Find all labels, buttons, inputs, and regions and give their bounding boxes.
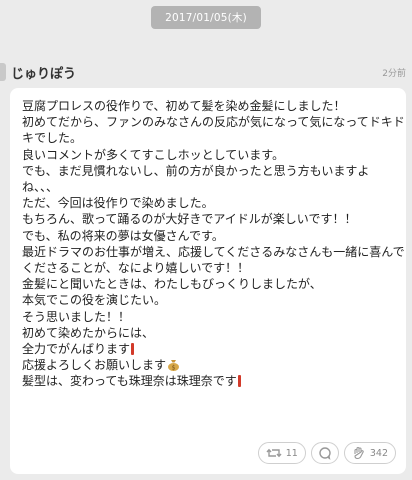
post-card: 豆腐プロレスの役作りで、初めて髪を染め金髪にしました！ 初めてだから、ファンのみ… bbox=[10, 88, 406, 474]
like-button[interactable]: 342 bbox=[343, 442, 396, 464]
retweet-icon bbox=[266, 448, 282, 458]
body-line: でも、まだ見慣れないし、前の方が良かったと思う方もいますよ bbox=[22, 163, 370, 178]
post-actions: 11 342 bbox=[257, 442, 396, 464]
avatar[interactable] bbox=[0, 63, 6, 81]
comment-icon bbox=[319, 447, 331, 460]
body-line: 初めて染めたからには、 bbox=[22, 325, 155, 340]
body-line-with-emoji: 応援よろしくお願いします $ bbox=[22, 357, 394, 373]
author-name[interactable]: じゅりぽう bbox=[11, 63, 76, 82]
body-line-text: 全力でがんばります bbox=[22, 342, 131, 357]
date-label: 2017/01/05(木) bbox=[151, 6, 261, 29]
body-line: もちろん、歌って踊るのが大好きでアイドルが楽しいです！！ bbox=[22, 212, 357, 227]
clap-hand-icon bbox=[354, 446, 364, 460]
money-bag-emoji-icon: $ bbox=[168, 360, 180, 372]
body-line: 本気でこの役を演じたい。 bbox=[22, 293, 167, 308]
body-line: そう思いました！！ bbox=[22, 309, 131, 324]
retweet-button[interactable]: 11 bbox=[257, 442, 306, 464]
body-line: 金髪にと聞いたときは、わたしもびっくりしましたが、 bbox=[22, 277, 322, 292]
body-line-text: 応援よろしくお願いします bbox=[22, 358, 167, 373]
body-line: 最近ドラマのお仕事が増え、応援してくださるみなさんも一緒に喜んで bbox=[22, 244, 405, 259]
body-line: でも、私の将来の夢は女優さんです。 bbox=[22, 228, 224, 243]
post-body: 豆腐プロレスの役作りで、初めて髪を染め金髪にしました！ 初めてだから、ファンのみ… bbox=[22, 98, 405, 390]
post-header: じゅりぽう 2分前 bbox=[0, 61, 412, 83]
body-line: 豆腐プロレスの役作りで、初めて髪を染め金髪にしました！ bbox=[22, 99, 346, 113]
body-line: 良いコメントが多くてすこしホッとしています。 bbox=[22, 147, 285, 162]
date-divider: 2017/01/05(木) bbox=[0, 6, 412, 29]
retweet-count: 11 bbox=[285, 447, 298, 459]
body-line: ね、、、 bbox=[22, 180, 59, 195]
exclamation-emoji-icon bbox=[237, 375, 241, 388]
body-line: ただ、今回は役作りで染めました。 bbox=[22, 196, 214, 211]
svg-text:$: $ bbox=[172, 365, 176, 372]
body-line-with-emoji: 髪型は、変わっても珠理奈は珠理奈です bbox=[22, 373, 394, 389]
body-line-text: 髪型は、変わっても珠理奈は珠理奈です bbox=[22, 374, 237, 389]
body-line-with-emoji: 全力でがんばります bbox=[22, 341, 394, 357]
post-timestamp: 2分前 bbox=[382, 69, 406, 79]
exclamation-emoji-icon bbox=[131, 343, 135, 356]
body-line: くださることが、なにより嬉しいです！！ bbox=[22, 261, 250, 276]
body-line: 初めてだから、ファンのみなさんの反応が気になって気になってドキド bbox=[22, 115, 405, 130]
like-count: 342 bbox=[369, 447, 388, 459]
body-line: キでした。 bbox=[22, 131, 83, 146]
comment-button[interactable] bbox=[310, 442, 339, 464]
